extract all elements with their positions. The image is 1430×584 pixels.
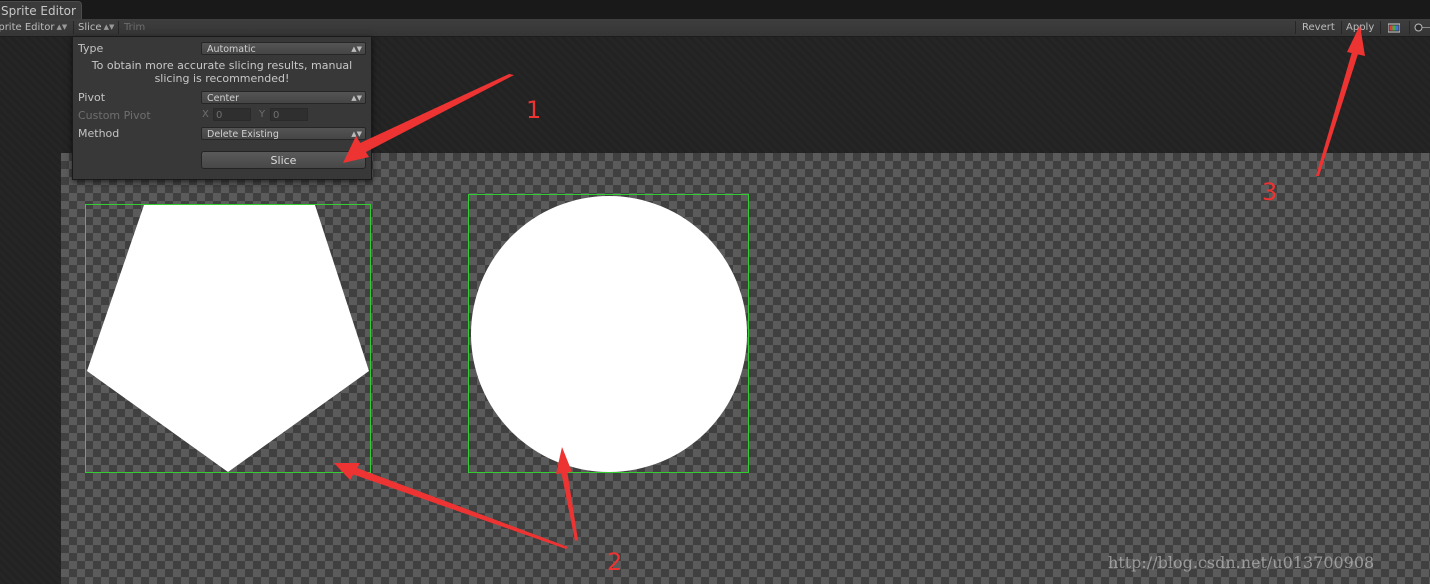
slicing-note: To obtain more accurate slicing results,… [91,59,353,85]
custom-pivot-y-label: Y [259,109,266,120]
slice-settings-popup: Type Automatic ▲▼ To obtain more accurat… [72,36,372,180]
pentagon-sprite [87,205,369,472]
dropdown-arrows-icon: ▲▼ [351,130,362,138]
method-label: Method [78,127,120,140]
dropdown-arrows-icon: ▲▼ [351,45,362,53]
method-value: Delete Existing [207,129,279,140]
annotation-label-1: 1 [526,96,542,124]
type-value: Automatic [207,44,256,55]
method-dropdown[interactable]: Delete Existing ▲▼ [201,127,366,140]
annotation-label-3: 3 [1262,178,1278,206]
sprite-editor-window: Sprite Editor Sprite Editor▲▼ Slice▲▼ Tr… [0,0,1430,584]
pivot-value: Center [207,93,239,104]
type-dropdown[interactable]: Automatic ▲▼ [201,42,366,55]
watermark-url: http://blog.csdn.net/u013700908 [1108,553,1375,572]
slice-button[interactable]: Slice [201,151,366,169]
custom-pivot-x-label: X [202,109,209,120]
dropdown-arrows-icon: ▲▼ [351,94,362,102]
custom-pivot-label: Custom Pivot [78,109,151,122]
type-label: Type [78,42,104,55]
custom-pivot-y-field[interactable]: 0 [270,108,308,121]
custom-pivot-x-field[interactable]: 0 [213,108,251,121]
pivot-label: Pivot [78,91,106,104]
pivot-dropdown[interactable]: Center ▲▼ [201,91,366,104]
circle-sprite [471,196,747,472]
annotation-label-2: 2 [607,548,623,576]
